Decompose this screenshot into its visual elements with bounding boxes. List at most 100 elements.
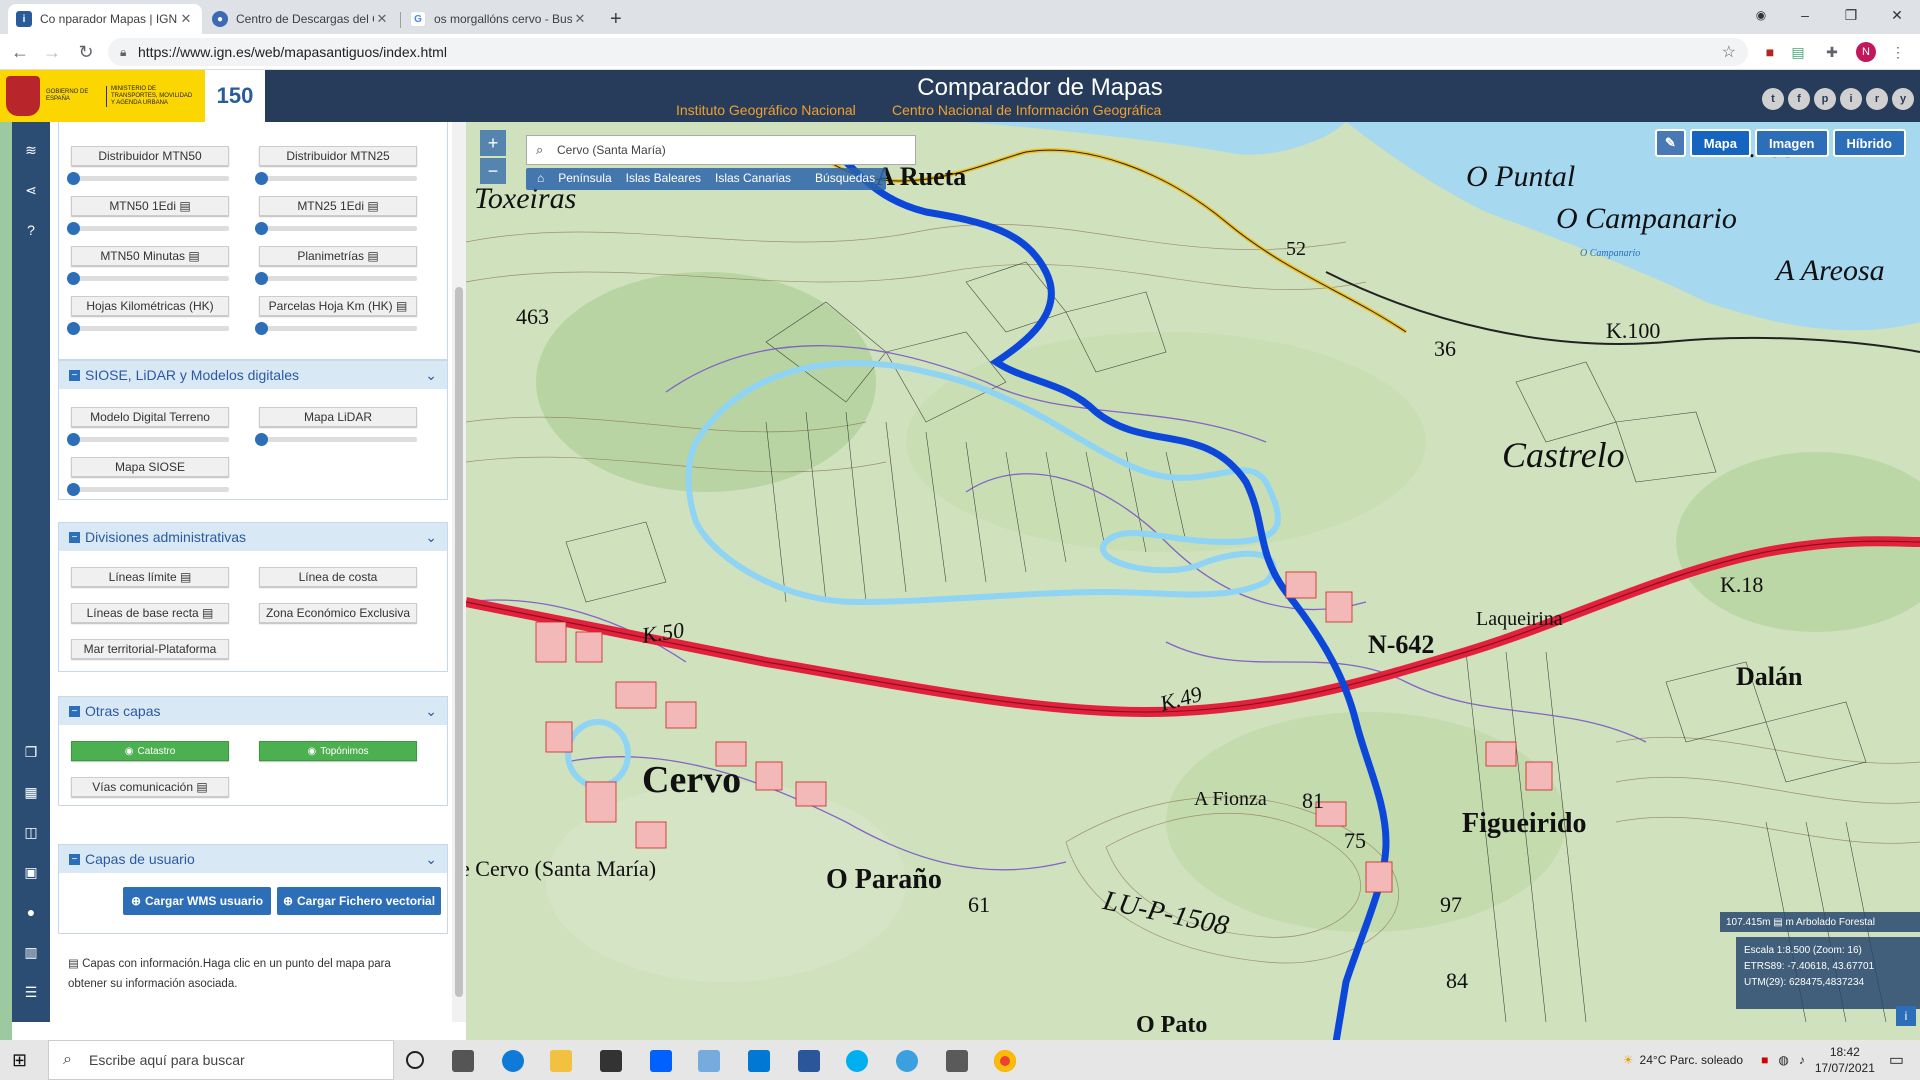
layer-mtn50-1edi[interactable]: MTN50 1Edi ▤ xyxy=(71,196,229,216)
layer-lineas-base-recta[interactable]: Líneas de base recta ▤ xyxy=(71,603,229,623)
load-vector-file-button[interactable]: ⊕ Cargar Fichero vectorial xyxy=(277,887,441,915)
layer-zona-economica[interactable]: Zona Económico Exclusiva xyxy=(259,603,417,623)
section-header[interactable]: − Divisiones administrativas ⌄ xyxy=(59,523,447,551)
opacity-slider[interactable] xyxy=(255,272,417,285)
scrollbar-thumb[interactable] xyxy=(455,287,463,997)
ign-link[interactable]: Instituto Geográfico Nacional xyxy=(676,102,856,118)
instagram-icon[interactable]: i xyxy=(1840,88,1862,110)
help-icon[interactable]: ? xyxy=(21,220,41,240)
gobierno-logo[interactable]: GOBIERNO DE ESPAÑA MINISTERIO DE TRANSPO… xyxy=(0,70,205,122)
compare-icon[interactable]: ❐ xyxy=(21,742,41,762)
layer-modelo-digital-terreno[interactable]: Modelo Digital Terreno xyxy=(71,407,229,427)
tab-comparador[interactable]: i Co nparador Mapas | IGN CNIG ✕ xyxy=(8,4,202,34)
youtube-icon[interactable]: y xyxy=(1892,88,1914,110)
opacity-slider[interactable] xyxy=(255,322,417,335)
layer-mar-territorial[interactable]: Mar territorial-Plataforma xyxy=(71,639,229,659)
extension-flag-icon[interactable]: ▤ xyxy=(1788,42,1808,62)
map-type-mapa[interactable]: Mapa xyxy=(1689,129,1751,157)
pinterest-icon[interactable]: p xyxy=(1814,88,1836,110)
panel-scrollbar[interactable] xyxy=(452,122,466,1022)
opacity-slider[interactable] xyxy=(255,222,417,235)
edge-icon[interactable] xyxy=(502,1050,524,1072)
profile-avatar[interactable]: N xyxy=(1856,42,1876,62)
opacity-slider[interactable] xyxy=(67,483,229,496)
place-search-input[interactable]: ⌕ Cervo (Santa María) xyxy=(526,135,916,165)
slider-knob[interactable] xyxy=(67,172,80,185)
cortana-icon[interactable] xyxy=(406,1051,424,1069)
layer-vias-comunicacion[interactable]: Vías comunicación ▤ xyxy=(71,777,229,797)
chevron-down-icon[interactable]: ⌄ xyxy=(425,851,437,868)
layer-distribuidor-mtn25[interactable]: Distribuidor MTN25 xyxy=(259,146,417,166)
tab-google-search[interactable]: G os morgallóns cervo - Busca de G ✕ xyxy=(402,4,596,34)
grid-icon[interactable]: ▦ xyxy=(21,782,41,802)
opacity-slider[interactable] xyxy=(67,272,229,285)
extension-shield-icon[interactable]: ■ xyxy=(1760,42,1780,62)
close-tab-icon[interactable]: ✕ xyxy=(178,11,194,27)
chevron-down-icon[interactable]: ⌄ xyxy=(425,703,437,720)
layer-mtn25-1edi[interactable]: MTN25 1Edi ▤ xyxy=(259,196,417,216)
slider-knob[interactable] xyxy=(255,322,268,335)
opacity-slider[interactable] xyxy=(255,433,417,446)
minimize-button[interactable]: – xyxy=(1782,0,1828,30)
twitter-icon[interactable]: t xyxy=(1762,88,1784,110)
chevron-down-icon[interactable]: ⌄ xyxy=(425,367,437,384)
map-type-hibrido[interactable]: Híbrido xyxy=(1832,129,1906,157)
slider-knob[interactable] xyxy=(67,433,80,446)
opacity-slider[interactable] xyxy=(67,322,229,335)
info-icon[interactable]: i xyxy=(1896,1006,1916,1026)
slider-knob[interactable] xyxy=(67,272,80,285)
forward-icon[interactable]: → xyxy=(40,40,64,64)
zoom-out-button[interactable]: − xyxy=(480,158,506,184)
file-explorer-icon[interactable] xyxy=(550,1050,572,1072)
layer-mapa-lidar[interactable]: Mapa LiDAR xyxy=(259,407,417,427)
rows-icon[interactable]: ☰ xyxy=(21,982,41,1002)
cnig-link[interactable]: Centro Nacional de Información Geográfic… xyxy=(892,102,1161,118)
clock[interactable]: 18:42 17/07/2021 xyxy=(1815,1044,1875,1076)
quick-link-baleares[interactable]: Islas Baleares xyxy=(619,168,708,190)
chevron-down-icon[interactable]: ⌄ xyxy=(425,529,437,546)
layer-catastro-toggle[interactable]: ◉ Catastro xyxy=(71,741,229,761)
quick-link-canarias[interactable]: Islas Canarias xyxy=(708,168,798,190)
opacity-slider[interactable] xyxy=(67,172,229,185)
extensions-puzzle-icon[interactable]: ✚ xyxy=(1822,42,1842,62)
close-window-button[interactable]: ✕ xyxy=(1874,0,1920,30)
split-icon[interactable]: ◫ xyxy=(21,822,41,842)
layer-parcelas-hoja-km[interactable]: Parcelas Hoja Km (HK) ▤ xyxy=(259,296,417,316)
reload-icon[interactable]: ↻ xyxy=(74,40,98,64)
columns-icon[interactable]: ▥ xyxy=(21,942,41,962)
url-field[interactable]: 🔒︎ https://www.ign.es/web/mapasantiguos/… xyxy=(108,38,1748,66)
layers-icon[interactable]: ≋ xyxy=(21,140,41,160)
slider-knob[interactable] xyxy=(67,483,80,496)
layer-toponimos-toggle[interactable]: ◉ Topónimos xyxy=(259,741,417,761)
maximize-button[interactable]: ❐ xyxy=(1828,0,1874,30)
back-icon[interactable]: ← xyxy=(8,40,32,64)
map-canvas[interactable]: Toxeiras A Rueta K.108 O Puntal O Campan… xyxy=(466,122,1920,1042)
network-icon[interactable]: ◍ xyxy=(1778,1053,1788,1067)
layer-linea-costa[interactable]: Línea de costa xyxy=(259,567,417,587)
dropbox-icon[interactable] xyxy=(650,1050,672,1072)
chrome-icon[interactable] xyxy=(994,1050,1016,1072)
layer-hojas-kilometricas[interactable]: Hojas Kilométricas (HK) xyxy=(71,296,229,316)
windows-start-icon[interactable]: ⊞ xyxy=(12,1050,32,1070)
mail-icon[interactable] xyxy=(748,1050,770,1072)
layer-mapa-siose[interactable]: Mapa SIOSE xyxy=(71,457,229,477)
store-icon[interactable] xyxy=(600,1050,622,1072)
app-icon[interactable] xyxy=(698,1050,720,1072)
tab-search-icon[interactable]: ◉ xyxy=(1738,0,1784,30)
opacity-slider[interactable] xyxy=(67,433,229,446)
layer-planimetrias[interactable]: Planimetrías ▤ xyxy=(259,246,417,266)
share-icon[interactable]: ⋖ xyxy=(21,180,41,200)
opacity-slider[interactable] xyxy=(255,172,417,185)
weather-text[interactable]: 24°C Parc. soleado xyxy=(1640,1053,1744,1067)
slider-knob[interactable] xyxy=(255,172,268,185)
menu-kebab-icon[interactable]: ⋮ xyxy=(1888,42,1908,62)
rss-icon[interactable]: r xyxy=(1866,88,1888,110)
slider-knob[interactable] xyxy=(255,222,268,235)
volume-icon[interactable]: ♪ xyxy=(1799,1053,1805,1067)
quick-link-peninsula[interactable]: Península xyxy=(551,168,618,190)
section-header[interactable]: − Capas de usuario ⌄ xyxy=(59,845,447,873)
layer-mtn50-minutas[interactable]: MTN50 Minutas ▤ xyxy=(71,246,229,266)
slider-knob[interactable] xyxy=(255,272,268,285)
load-wms-button[interactable]: ⊕ Cargar WMS usuario xyxy=(123,887,271,915)
word-icon[interactable] xyxy=(798,1050,820,1072)
